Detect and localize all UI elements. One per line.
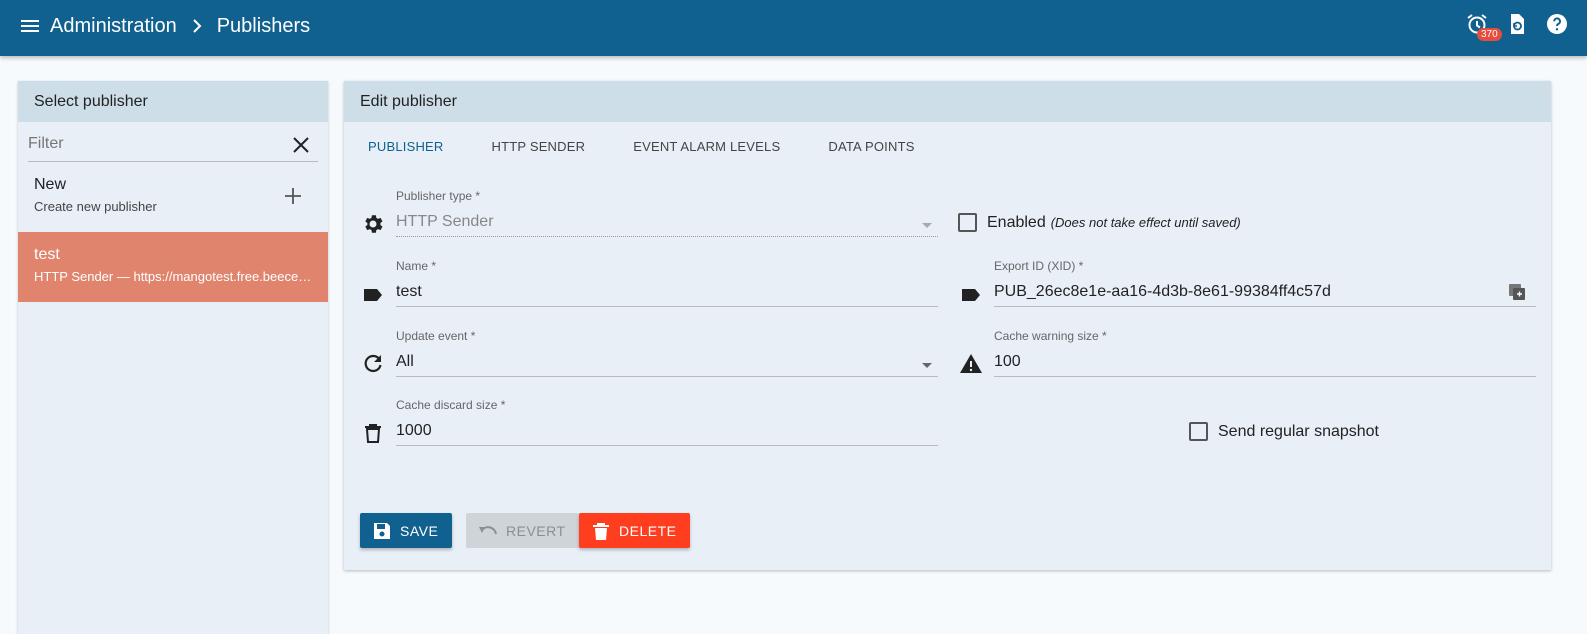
label-icon (364, 289, 382, 301)
checkbox-box[interactable] (1189, 422, 1208, 441)
chevron-right-icon (193, 19, 202, 33)
list-item-title: New (34, 176, 67, 193)
breadcrumb-root[interactable]: Administration (50, 15, 177, 38)
checkbox-note: (Does not take effect until saved) (1050, 215, 1241, 230)
revert-button[interactable]: REVERT (466, 513, 580, 548)
field-label: Name * (396, 259, 437, 273)
help-icon[interactable] (1545, 12, 1569, 36)
restore-page-icon[interactable] (1505, 12, 1529, 36)
publisher-type-select[interactable]: Publisher type * HTTP Sender (396, 189, 938, 237)
tab-event-alarm-levels[interactable]: EVENT ALARM LEVELS (609, 122, 804, 170)
save-button[interactable]: SAVE (360, 513, 453, 548)
field-value: HTTP Sender (396, 213, 494, 230)
alarm-count-badge: 370 (1477, 28, 1502, 41)
save-label: SAVE (400, 522, 439, 539)
edit-publisher-card: Edit publisher PUBLISHER HTTP SENDER EVE… (344, 81, 1551, 570)
new-publisher-item[interactable]: New Create new publisher (18, 162, 328, 232)
send-snapshot-checkbox[interactable]: Send regular snapshot (1189, 422, 1379, 441)
dropdown-arrow-icon (922, 223, 932, 228)
field-value: 100 (994, 353, 1021, 370)
edit-publisher-title: Edit publisher (344, 81, 1551, 122)
tab-publisher[interactable]: PUBLISHER (344, 122, 468, 170)
xid-field[interactable]: Export ID (XID) * PUB_26ec8e1e-aa16-4d3b… (994, 259, 1536, 307)
alarm-icon[interactable]: 370 (1465, 12, 1502, 41)
enabled-checkbox[interactable]: Enabled (Does not take effect until save… (958, 213, 1241, 232)
dropdown-arrow-icon (922, 363, 932, 368)
tab-http-sender[interactable]: HTTP SENDER (468, 122, 610, 170)
update-event-select[interactable]: Update event * All (396, 329, 938, 377)
select-publisher-title: Select publisher (18, 81, 328, 122)
checkbox-label: Enabled (987, 213, 1046, 231)
list-item[interactable]: test HTTP Sender — https://mangotest.fre… (18, 232, 328, 302)
trash-icon (365, 424, 381, 443)
tab-bar: PUBLISHER HTTP SENDER EVENT ALARM LEVELS… (344, 122, 939, 170)
breadcrumb-current: Publishers (216, 14, 311, 37)
field-value: test (396, 283, 422, 300)
revert-label: REVERT (506, 522, 566, 539)
delete-label: DELETE (619, 522, 677, 539)
refresh-icon (364, 354, 382, 373)
close-icon[interactable] (292, 136, 310, 154)
filter-input[interactable] (28, 135, 278, 153)
tab-data-points[interactable]: DATA POINTS (804, 122, 938, 170)
name-field[interactable]: Name * test (396, 259, 938, 307)
breadcrumb: Administration Publishers (50, 12, 310, 40)
field-label: Update event * (396, 329, 476, 343)
delete-button[interactable]: DELETE (579, 513, 691, 548)
field-label: Publisher type * (396, 189, 481, 203)
list-item-subtitle: HTTP Sender — https://mangotest.free.bee… (34, 269, 312, 284)
save-icon (374, 522, 390, 539)
field-value: PUB_26ec8e1e-aa16-4d3b-8e61-99384ff4c57d (994, 283, 1331, 300)
trash-icon (593, 522, 609, 540)
field-value: 1000 (396, 422, 432, 439)
select-publisher-card: Select publisher New Create new publishe… (18, 81, 328, 634)
field-label: Cache discard size * (396, 398, 506, 412)
warning-icon (960, 354, 982, 373)
undo-icon (479, 525, 497, 534)
checkbox-box[interactable] (958, 213, 977, 232)
filter-field (28, 122, 318, 162)
menu-icon[interactable] (18, 14, 42, 38)
field-label: Export ID (XID) * (994, 259, 1084, 273)
gear-icon (365, 215, 383, 233)
add-icon[interactable] (284, 187, 302, 205)
generate-id-icon[interactable] (1508, 283, 1526, 301)
top-app-bar: Administration Publishers 370 (0, 0, 1587, 56)
cache-discard-size-field[interactable]: Cache discard size * 1000 (396, 398, 938, 446)
field-value: All (396, 353, 414, 370)
cache-warning-size-field[interactable]: Cache warning size * 100 (994, 329, 1536, 377)
field-label: Cache warning size * (994, 329, 1107, 343)
list-item-title: test (34, 246, 60, 263)
list-item-subtitle: Create new publisher (34, 199, 157, 214)
checkbox-label: Send regular snapshot (1218, 422, 1379, 440)
label-icon (962, 289, 980, 301)
